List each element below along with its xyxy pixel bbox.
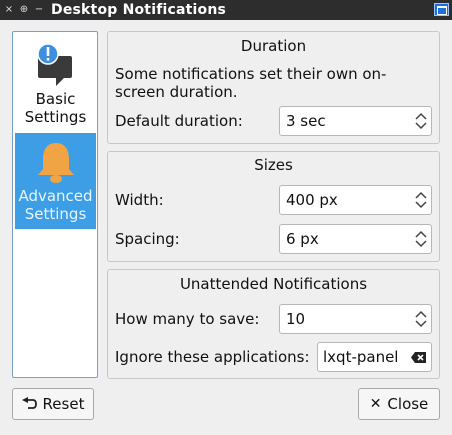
width-spinbox[interactable]: 400 px: [279, 185, 432, 215]
reset-label: Reset: [42, 395, 85, 413]
spin-arrows-icon[interactable]: [415, 112, 427, 130]
ignore-apps-field[interactable]: lxqt-panel: [317, 342, 432, 372]
sidebar-item-advanced[interactable]: Advanced Settings: [15, 133, 96, 229]
save-count-label: How many to save:: [115, 310, 260, 328]
spacing-label: Spacing:: [115, 230, 180, 248]
maximize-icon[interactable]: [434, 3, 449, 16]
sidebar-item-label: Advanced Settings: [18, 187, 93, 223]
width-label: Width:: [115, 191, 164, 209]
title-bar: × ⊕ − Desktop Notifications: [0, 0, 452, 20]
duration-description: Some notifications set their own on-scre…: [115, 65, 387, 101]
notification-bubble-icon: [36, 43, 72, 86]
unattended-group: Unattended Notifications How many to sav…: [107, 269, 440, 379]
close-button[interactable]: ✕ Close: [358, 388, 440, 420]
ignore-apps-value: lxqt-panel: [323, 348, 399, 366]
default-duration-label: Default duration:: [115, 112, 243, 130]
minimize-icon[interactable]: −: [33, 3, 45, 17]
group-title: Sizes: [254, 156, 293, 174]
spin-arrows-icon[interactable]: [415, 310, 427, 328]
settings-sidebar: Basic Settings Advanced Settings: [12, 31, 98, 378]
window-title: Desktop Notifications: [51, 2, 227, 18]
sidebar-item-label: Basic Settings: [24, 90, 87, 126]
spin-arrows-icon[interactable]: [415, 191, 427, 209]
save-count-spinbox[interactable]: 10: [279, 304, 432, 334]
close-icon: ✕: [369, 396, 382, 412]
bell-icon: [37, 143, 74, 183]
group-title: Duration: [240, 37, 307, 55]
close-label: Close: [387, 395, 429, 413]
sizes-group: Sizes Width: 400 px Spacing: 6 px: [107, 151, 440, 262]
duration-group: Duration Some notifications set their ow…: [107, 31, 440, 144]
pin-icon[interactable]: ⊕: [18, 3, 30, 17]
spin-arrows-icon[interactable]: [415, 230, 427, 248]
undo-icon: [21, 397, 37, 409]
group-title: Unattended Notifications: [179, 275, 368, 293]
close-window-icon[interactable]: ×: [3, 3, 15, 17]
default-duration-value: 3 sec: [286, 112, 326, 130]
reset-button[interactable]: Reset: [12, 388, 94, 420]
clear-text-icon[interactable]: [411, 352, 426, 363]
ignore-apps-label: Ignore these applications:: [115, 348, 310, 366]
save-count-value: 10: [286, 310, 306, 328]
width-value: 400 px: [286, 191, 338, 209]
spacing-spinbox[interactable]: 6 px: [279, 224, 432, 254]
spacing-value: 6 px: [286, 230, 319, 248]
default-duration-spinbox[interactable]: 3 sec: [279, 106, 432, 136]
sidebar-item-basic[interactable]: Basic Settings: [15, 36, 96, 131]
